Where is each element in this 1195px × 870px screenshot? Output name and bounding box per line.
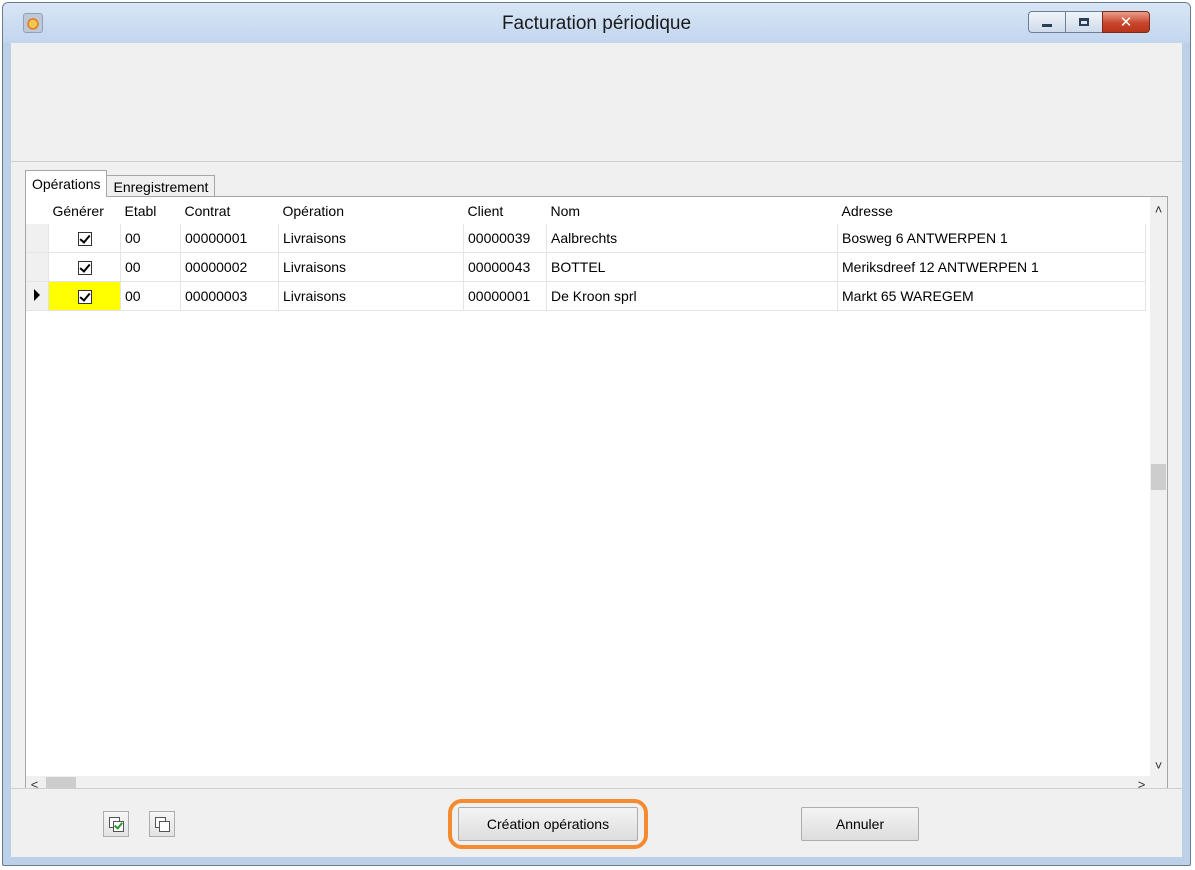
nom-cell[interactable]: Aalbrechts — [546, 224, 838, 253]
column-header-nom[interactable]: Nom — [546, 197, 838, 224]
generer-checkbox[interactable] — [77, 232, 92, 247]
client-cell[interactable]: 00000039 — [463, 224, 547, 253]
creation-operations-button[interactable]: Création opérations — [458, 807, 638, 841]
nom-cell[interactable]: BOTTEL — [546, 252, 838, 282]
title-bar[interactable]: Facturation périodique ✕ — [3, 3, 1190, 43]
grid-viewport: Générer Etabl Contrat Opération Client N… — [26, 197, 1150, 776]
footer-bar: Création opérations Annuler — [11, 788, 1182, 857]
column-header-client[interactable]: Client — [463, 197, 547, 224]
close-icon: ✕ — [1119, 14, 1133, 31]
tab-enregistrement[interactable]: Enregistrement — [106, 175, 216, 197]
client-cell[interactable]: 00000043 — [463, 252, 547, 282]
generer-cell[interactable] — [48, 252, 121, 282]
maximize-icon — [1079, 18, 1089, 26]
table-row-current[interactable]: 00 00000003 Livraisons 00000001 De Kroon… — [26, 281, 1146, 311]
scroll-up-icon[interactable]: ˄ — [1150, 201, 1167, 218]
deselect-all-icon — [159, 821, 170, 832]
table-row[interactable]: 00 00000001 Livraisons 00000039 Aalbrech… — [26, 224, 1146, 253]
maximize-button[interactable] — [1065, 11, 1103, 33]
adresse-cell[interactable]: Markt 65 WAREGEM — [837, 281, 1146, 311]
column-header-adresse[interactable]: Adresse — [837, 197, 1146, 224]
etabl-cell[interactable]: 00 — [120, 281, 181, 311]
table-row[interactable]: 00 00000002 Livraisons 00000043 BOTTEL M… — [26, 252, 1146, 282]
column-header-operation[interactable]: Opération — [278, 197, 464, 224]
operations-grid: Générer Etabl Contrat Opération Client N… — [25, 196, 1168, 794]
select-all-icon — [113, 821, 124, 832]
cancel-button[interactable]: Annuler — [801, 807, 919, 841]
generer-cell[interactable] — [48, 224, 121, 253]
contrat-cell[interactable]: 00000001 — [180, 224, 279, 253]
column-header-contrat[interactable]: Contrat — [180, 197, 279, 224]
tab-strip: Opérations Enregistrement — [25, 170, 216, 197]
minimize-icon — [1042, 23, 1052, 27]
close-button[interactable]: ✕ — [1102, 11, 1150, 33]
row-indicator[interactable] — [26, 281, 49, 311]
adresse-cell[interactable]: Meriksdreef 12 ANTWERPEN 1 — [837, 252, 1146, 282]
adresse-cell[interactable]: Bosweg 6 ANTWERPEN 1 — [837, 224, 1146, 253]
window-title: Facturation périodique — [501, 13, 692, 34]
row-indicator[interactable] — [26, 252, 49, 282]
vertical-scrollbar[interactable]: ˄ ˅ — [1150, 197, 1167, 776]
row-indicator[interactable] — [26, 224, 49, 253]
operation-cell[interactable]: Livraisons — [278, 224, 464, 253]
top-band — [11, 43, 1182, 162]
grid-header-row: Générer Etabl Contrat Opération Client N… — [26, 197, 1146, 224]
operation-cell[interactable]: Livraisons — [278, 281, 464, 311]
window-controls: ✕ — [1028, 11, 1150, 33]
select-all-button[interactable] — [103, 811, 129, 837]
client-cell[interactable]: 00000001 — [463, 281, 547, 311]
generer-cell[interactable] — [48, 281, 121, 311]
contrat-cell[interactable]: 00000003 — [180, 281, 279, 311]
etabl-cell[interactable]: 00 — [120, 252, 181, 282]
tab-operations[interactable]: Opérations — [25, 170, 108, 197]
nom-cell[interactable]: De Kroon sprl — [546, 281, 838, 311]
vertical-scroll-thumb[interactable] — [1151, 464, 1166, 490]
generer-checkbox[interactable] — [77, 290, 92, 305]
contrat-cell[interactable]: 00000002 — [180, 252, 279, 282]
column-header-etabl[interactable]: Etabl — [120, 197, 181, 224]
grid-table: Générer Etabl Contrat Opération Client N… — [26, 197, 1146, 311]
app-window: Facturation périodique ✕ Opérations Enre… — [2, 2, 1191, 866]
etabl-cell[interactable]: 00 — [120, 224, 181, 253]
current-row-arrow-icon — [34, 289, 40, 301]
operation-cell[interactable]: Livraisons — [278, 252, 464, 282]
minimize-button[interactable] — [1028, 11, 1066, 33]
scroll-down-icon[interactable]: ˅ — [1150, 757, 1167, 774]
row-indicator-header — [26, 197, 49, 224]
deselect-all-button[interactable] — [149, 811, 175, 837]
generer-checkbox[interactable] — [77, 261, 92, 276]
window-content: Opérations Enregistrement Générer Etabl … — [11, 43, 1182, 857]
column-header-generer[interactable]: Générer — [48, 197, 121, 224]
